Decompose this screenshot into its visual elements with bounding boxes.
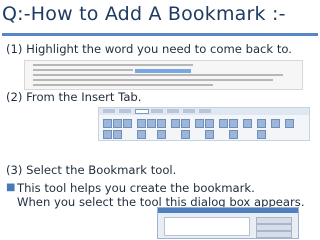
document-screenshot (24, 60, 303, 90)
insert-tab (135, 109, 149, 114)
square-bullet-icon: ■ (6, 182, 16, 193)
ribbon-screenshot (98, 107, 310, 141)
bookmark-dialog-screenshot (157, 207, 299, 239)
step-1-text: (1) Highlight the word you need to come … (6, 42, 292, 56)
title-underline (2, 33, 318, 36)
bookmark-icon (147, 119, 156, 128)
highlighted-word (135, 69, 191, 73)
step-3-text: (3) Select the Bookmark tool. (6, 163, 177, 177)
bullet-line-1: This tool helps you create the bookmark. (17, 181, 255, 195)
slide-title: Q:-How to Add A Bookmark :- (2, 3, 286, 25)
step-2-text: (2) From the Insert Tab. (6, 90, 142, 104)
bullet-item: ■ This tool helps you create the bookmar… (6, 181, 305, 209)
